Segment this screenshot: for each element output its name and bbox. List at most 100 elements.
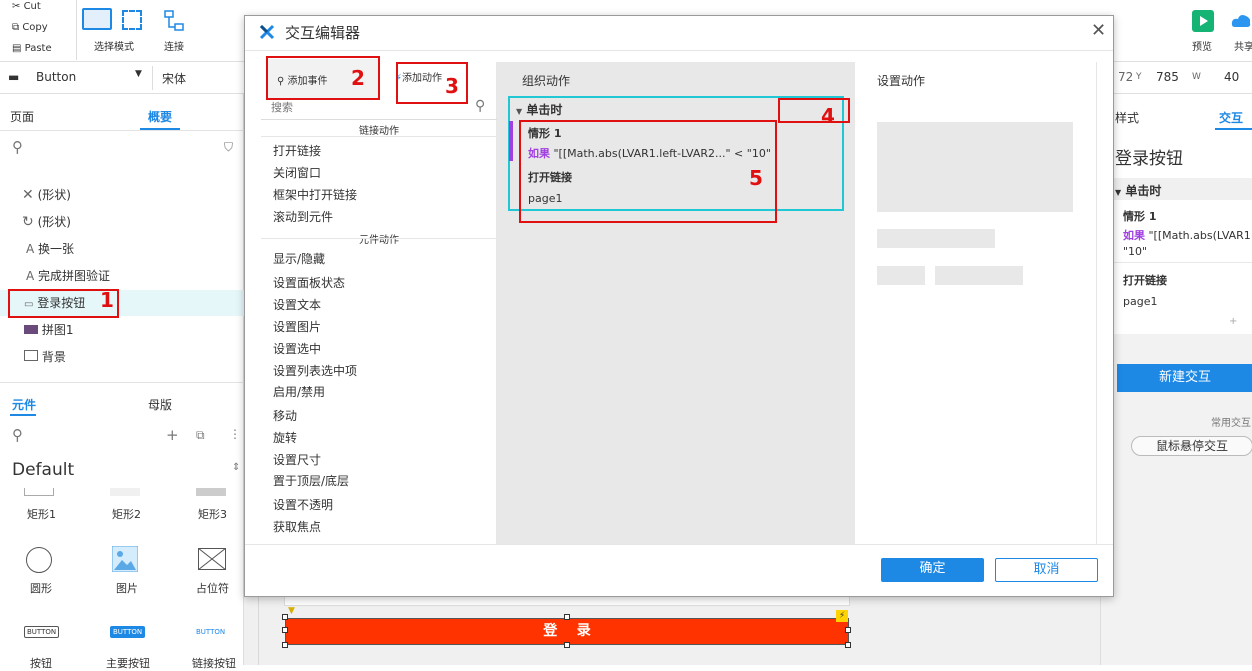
action-target: page1 xyxy=(1123,295,1158,308)
action-item[interactable]: 滚动到元件 xyxy=(273,208,333,225)
search-icon[interactable]: ⚲ xyxy=(475,98,485,114)
close-icon[interactable]: ✕ xyxy=(1091,20,1106,41)
connect-icon[interactable] xyxy=(164,10,184,32)
font-select[interactable]: 宋体 xyxy=(162,70,186,87)
resize-handle[interactable] xyxy=(282,614,288,620)
rect3-thumb[interactable] xyxy=(196,488,226,496)
rect2-thumb[interactable] xyxy=(110,488,140,496)
action-name[interactable]: 打开链接 xyxy=(1123,272,1167,288)
x-value[interactable]: 72 xyxy=(1118,70,1133,84)
action-search-input[interactable] xyxy=(271,98,471,118)
image-thumb-icon xyxy=(24,325,38,334)
filter-icon[interactable]: ⛉ xyxy=(224,140,233,155)
widget-label: 主要按钮 xyxy=(106,657,150,670)
tab-widgets[interactable]: 元件 xyxy=(12,396,36,413)
widget-type-select[interactable]: Button xyxy=(36,70,76,84)
action-item[interactable]: 旋转 xyxy=(273,429,297,446)
divider xyxy=(245,544,1113,545)
case-selected-bar xyxy=(509,121,513,161)
action-item[interactable]: 设置选中 xyxy=(273,340,321,357)
copy-button[interactable]: ⧉ Copy xyxy=(12,22,48,33)
action-search-box[interactable] xyxy=(261,98,497,120)
select-mode-icon[interactable] xyxy=(82,8,112,30)
action-item[interactable]: 关闭窗口 xyxy=(273,164,321,181)
placeholder-block xyxy=(935,266,1023,285)
divider xyxy=(1096,62,1097,544)
primary-button-widget-icon[interactable]: BUTTON xyxy=(110,626,146,638)
organize-actions-header: 组织动作 xyxy=(522,74,571,88)
tab-interaction[interactable]: 交互 xyxy=(1219,109,1243,126)
divider xyxy=(152,66,153,90)
outline-item[interactable]: ↻ (形状) xyxy=(22,213,71,230)
outline-item[interactable]: ✕ (形状) xyxy=(22,186,71,203)
new-interaction-button[interactable]: 新建交互 xyxy=(1117,364,1252,392)
outline-item[interactable]: 拼图1 xyxy=(24,321,73,338)
image-widget-icon[interactable] xyxy=(111,545,139,573)
event-header[interactable]: ▼ 单击时 xyxy=(1115,182,1161,199)
action-item[interactable]: 置于顶层/底层 xyxy=(273,472,349,489)
resize-handle[interactable] xyxy=(564,614,570,620)
chevron-updown-icon[interactable]: ⇕ xyxy=(232,462,240,473)
search-icon[interactable]: ⚲ xyxy=(12,426,23,444)
cancel-button[interactable]: 取消 xyxy=(995,558,1098,582)
action-item[interactable]: 移动 xyxy=(273,407,297,424)
add-icon[interactable]: + xyxy=(166,426,179,444)
widget-name[interactable]: 登录按钮 xyxy=(1115,144,1183,169)
y-value[interactable]: 785 xyxy=(1156,70,1179,84)
resize-handle[interactable] xyxy=(564,642,570,648)
w-value[interactable]: 40 xyxy=(1224,70,1239,84)
action-item[interactable]: 设置面板状态 xyxy=(273,274,345,291)
action-item[interactable]: 设置图片 xyxy=(273,318,321,335)
outline-item[interactable]: A 换一张 xyxy=(26,240,74,257)
event-click[interactable]: ▼ 单击时 xyxy=(516,101,562,118)
resize-handle[interactable] xyxy=(282,627,288,633)
annotation-box-5 xyxy=(519,120,777,223)
library-select[interactable]: Default xyxy=(12,460,74,480)
rect1-thumb[interactable] xyxy=(24,488,54,496)
action-item[interactable]: 设置尺寸 xyxy=(273,451,321,468)
action-item[interactable]: 显示/隐藏 xyxy=(273,250,325,267)
resize-handle[interactable] xyxy=(845,627,851,633)
ok-button[interactable]: 确定 xyxy=(881,558,984,582)
connect-label: 连接 xyxy=(164,42,184,53)
resize-handle[interactable] xyxy=(845,642,851,648)
case-name[interactable]: 情形 1 xyxy=(1123,208,1156,224)
tab-masters[interactable]: 母版 xyxy=(148,396,172,413)
button-widget-icon[interactable]: BUTTON xyxy=(24,626,60,638)
placeholder-widget-icon[interactable] xyxy=(197,547,227,571)
lightning-icon[interactable]: ⚡ xyxy=(836,610,848,622)
tab-pages[interactable]: 页面 xyxy=(10,108,34,125)
cut-button[interactable]: ✂ Cut xyxy=(12,1,41,12)
right-panel: 样式 交互 登录按钮 ▼ 单击时 情形 1 如果 "[[Math.abs(LVA… xyxy=(1100,94,1252,665)
hover-interaction-button[interactable]: 鼠标悬停交互 xyxy=(1131,436,1252,456)
link-button-widget-icon[interactable]: BUTTON xyxy=(196,628,225,636)
paste-button[interactable]: ▤ Paste xyxy=(12,43,52,54)
placeholder-block xyxy=(877,229,995,248)
axure-logo-icon xyxy=(259,24,275,40)
add-icon[interactable]: + xyxy=(1229,316,1237,327)
widget-label: 图片 xyxy=(116,582,138,595)
action-item[interactable]: 框架中打开链接 xyxy=(273,186,357,203)
login-button-widget[interactable]: 登 录 xyxy=(285,618,849,645)
outline-item[interactable]: A 完成拼图验证 xyxy=(26,267,110,284)
tab-outline[interactable]: 概要 xyxy=(148,108,172,125)
action-item[interactable]: 获取焦点 xyxy=(273,518,321,535)
action-item[interactable]: 设置文本 xyxy=(273,296,321,313)
widget-label: 圆形 xyxy=(30,582,52,595)
tab-style[interactable]: 样式 xyxy=(1115,109,1139,126)
more-icon[interactable]: ⋮ xyxy=(229,427,241,441)
cloud-share-icon[interactable] xyxy=(1230,10,1252,32)
action-item[interactable]: 设置列表选中项 xyxy=(273,362,357,379)
resize-handle[interactable] xyxy=(282,642,288,648)
rect-icon xyxy=(24,350,38,361)
search-icon[interactable]: ⚲ xyxy=(12,138,23,156)
chevron-down-icon[interactable]: ▼ xyxy=(135,69,142,79)
preview-icon[interactable] xyxy=(1192,10,1214,32)
action-item[interactable]: 设置不透明 xyxy=(273,496,333,513)
select-rect-icon[interactable] xyxy=(122,10,142,30)
copy-library-icon[interactable]: ⧉ xyxy=(196,428,205,443)
action-item[interactable]: 启用/禁用 xyxy=(273,383,325,400)
circle-widget-icon[interactable] xyxy=(26,547,52,573)
action-item[interactable]: 打开链接 xyxy=(273,142,321,159)
outline-item[interactable]: 背景 xyxy=(24,348,66,365)
